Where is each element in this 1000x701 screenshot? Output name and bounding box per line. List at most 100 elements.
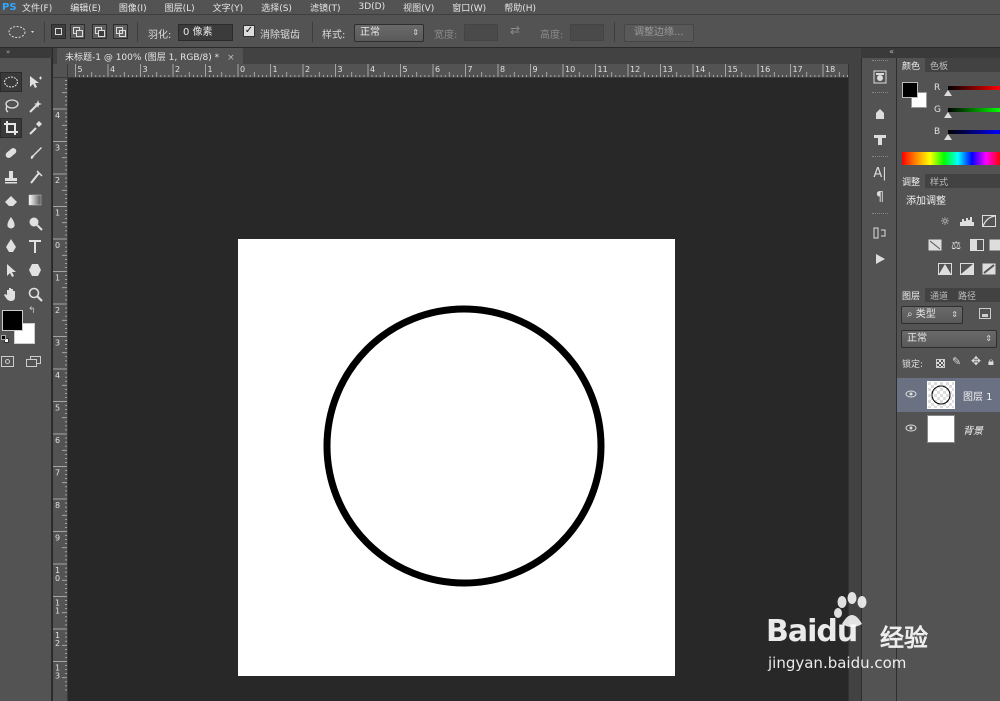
paragraph-panel-icon[interactable]: ¶ [871, 188, 889, 206]
layer-row-layer1[interactable]: 图层 1 [897, 378, 1000, 412]
eraser-tool[interactable] [0, 190, 22, 210]
style-select[interactable]: 正常 ⇕ [354, 24, 424, 42]
eye-icon[interactable] [905, 423, 917, 433]
refine-edge-button[interactable]: 调整边缘... [624, 24, 694, 42]
menu-help[interactable]: 帮助(H) [504, 1, 536, 14]
exposure-icon[interactable] [927, 238, 943, 252]
panel-grip[interactable] [872, 92, 888, 94]
tab-adjustments[interactable]: 调整 [897, 174, 926, 188]
menu-3d[interactable]: 3D(D) [358, 2, 385, 12]
slider-thumb[interactable] [944, 90, 952, 96]
menu-type[interactable]: 文字(Y) [213, 1, 244, 14]
filter-image-icon[interactable] [979, 308, 991, 319]
eyedropper-tool[interactable] [24, 118, 46, 138]
collapse-arrows-icon[interactable]: « [889, 47, 894, 56]
new-selection-icon[interactable] [51, 24, 66, 39]
blur-tool[interactable] [0, 213, 22, 233]
feather-input[interactable]: 0 像素 [178, 24, 233, 41]
tab-paths[interactable]: 路径 [953, 288, 981, 302]
panel-grip[interactable] [872, 156, 888, 158]
clone-source-icon[interactable] [871, 130, 889, 148]
width-input[interactable] [464, 24, 498, 41]
color-balance-icon[interactable] [987, 238, 1000, 252]
layer-row-background[interactable]: 背景 [897, 412, 1000, 446]
lasso-tool[interactable] [0, 96, 22, 116]
layer-filter-select[interactable]: ⌕ 类型 ⇕ [901, 306, 963, 324]
lock-all-icon[interactable]: 🔒︎ [988, 355, 994, 369]
brush-presets-icon[interactable] [871, 104, 889, 122]
posterize-icon[interactable] [959, 262, 975, 276]
blend-mode-select[interactable]: 正常 ⇕ [901, 330, 997, 348]
menu-image[interactable]: 图像(I) [119, 1, 147, 14]
layer-name[interactable]: 背景 [963, 422, 983, 437]
canvas-area[interactable] [68, 78, 848, 701]
history-states-icon[interactable] [871, 224, 889, 242]
swap-colors-icon[interactable]: ↰ [28, 306, 36, 316]
quick-mask-icon[interactable] [1, 356, 14, 367]
subtract-from-selection-icon[interactable] [92, 24, 107, 39]
foreground-color-swatch[interactable] [2, 310, 23, 331]
dodge-tool[interactable] [24, 213, 46, 233]
lock-transparent-icon[interactable] [936, 359, 945, 368]
path-selection-tool[interactable] [0, 260, 22, 280]
slider-thumb[interactable] [944, 134, 952, 140]
lock-move-icon[interactable]: ✥ [971, 354, 981, 368]
lock-brush-icon[interactable]: ✎ [952, 355, 961, 368]
brightness-icon[interactable]: ☼ [937, 214, 953, 228]
collapse-arrows-icon[interactable]: » [6, 48, 10, 56]
clone-stamp-tool[interactable] [0, 167, 22, 187]
menu-edit[interactable]: 编辑(E) [70, 1, 101, 14]
gradient-tool[interactable] [24, 190, 46, 210]
history-brush-tool[interactable] [24, 167, 46, 187]
menu-view[interactable]: 视图(V) [403, 1, 434, 14]
panel-foreground-swatch[interactable] [902, 82, 918, 98]
add-to-selection-icon[interactable] [70, 24, 85, 39]
levels-icon[interactable] [959, 214, 975, 228]
menu-layer[interactable]: 图层(L) [165, 1, 195, 14]
pen-tool[interactable] [0, 236, 22, 256]
tab-layers[interactable]: 图层 [897, 288, 926, 302]
tab-swatches[interactable]: 色板 [925, 58, 953, 72]
screen-mode-icon[interactable] [26, 356, 42, 368]
hand-tool[interactable] [0, 284, 22, 304]
slider-thumb[interactable] [944, 112, 952, 118]
channel-g-slider[interactable] [948, 108, 1000, 112]
ruler-origin[interactable] [53, 64, 68, 78]
color-spectrum-bar[interactable] [902, 152, 1000, 165]
channel-r-slider[interactable] [948, 86, 1000, 90]
zoom-tool[interactable] [24, 284, 46, 304]
ellipse-marquee-tool[interactable] [0, 72, 22, 92]
panel-grip[interactable] [872, 60, 888, 62]
curves-icon[interactable] [981, 214, 997, 228]
menu-filter[interactable]: 滤镜(T) [310, 1, 341, 14]
magic-wand-tool[interactable] [24, 96, 46, 116]
default-colors-icon[interactable] [1, 335, 9, 343]
crop-tool[interactable] [0, 118, 22, 138]
vertical-ruler[interactable]: 4321012345678910111213 [53, 78, 68, 701]
height-input[interactable] [570, 24, 604, 41]
menu-window[interactable]: 窗口(W) [452, 1, 486, 14]
app-logo[interactable]: PS [0, 2, 22, 13]
shape-tool[interactable] [24, 260, 46, 280]
character-panel-icon[interactable]: A| [871, 164, 889, 182]
menu-file[interactable]: 文件(F) [22, 1, 52, 14]
tool-preset-picker[interactable] [6, 24, 36, 43]
document-tab[interactable]: 未标题-1 @ 100% (图层 1, RGB/8) * × [57, 48, 243, 64]
swap-dimensions-icon[interactable]: ⇄ [510, 23, 520, 37]
antialias-checkbox[interactable]: ✓ [243, 25, 255, 37]
panel-grip[interactable] [872, 213, 888, 215]
layer-thumbnail[interactable] [927, 415, 955, 443]
move-tool[interactable] [24, 72, 46, 92]
brush-tool[interactable] [24, 143, 46, 163]
close-icon[interactable]: × [227, 53, 235, 63]
history-panel-icon[interactable] [871, 68, 889, 86]
menu-select[interactable]: 选择(S) [261, 1, 292, 14]
type-tool[interactable] [24, 236, 46, 256]
intersect-selection-icon[interactable] [113, 24, 128, 39]
tab-color[interactable]: 颜色 [897, 58, 926, 72]
layer-thumbnail[interactable] [927, 381, 955, 409]
horizontal-ruler[interactable]: 5 4 3 2 1 0 1 2 3 4 5 6 7 8 9 10 11 12 13 14 15 16 17 18 [68, 64, 848, 78]
document-canvas[interactable] [238, 239, 675, 676]
actions-play-icon[interactable] [871, 250, 889, 268]
vibrance-icon[interactable]: ⚖ [948, 238, 964, 252]
